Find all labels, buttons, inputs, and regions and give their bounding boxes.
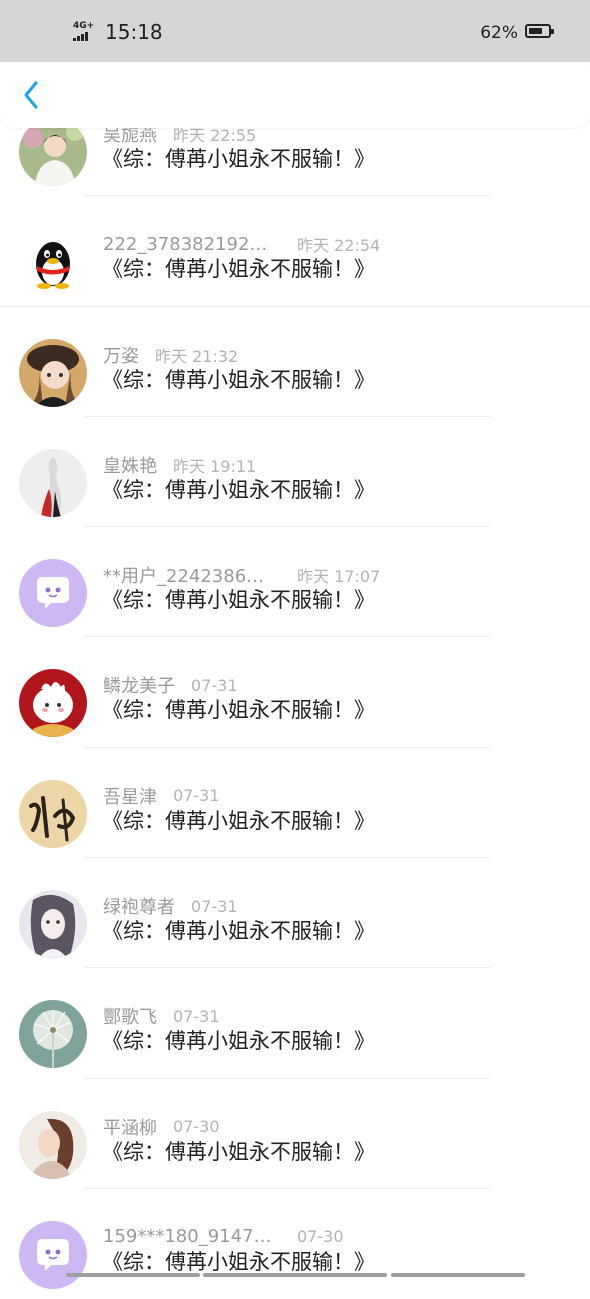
status-time: 15:18 <box>105 20 163 44</box>
back-button[interactable] <box>14 74 54 114</box>
username[interactable]: 吾星津 <box>103 783 157 809</box>
comment-text[interactable]: 《综：傅苒小姐永不服输！》 <box>102 476 375 504</box>
comment-row[interactable]: **用户_2242386… 昨天 17:07 《综：傅苒小姐永不服输！》 <box>0 527 590 638</box>
comment-meta: 万姿 昨天 21:32 <box>103 342 239 368</box>
comment-time: 昨天 17:07 <box>297 567 381 587</box>
comment-time: 07-31 <box>191 896 238 916</box>
comment-text[interactable]: 《综：傅苒小姐永不服输！》 <box>102 1248 375 1276</box>
comment-time: 昨天 21:32 <box>155 346 239 366</box>
comment-row[interactable]: 酆歌飞 07-31 《综：傅苒小姐永不服输！》 <box>0 968 590 1079</box>
comment-meta: **用户_2242386… 昨天 17:07 <box>103 562 381 588</box>
comment-text[interactable]: 《综：傅苒小姐永不服输！》 <box>102 366 375 394</box>
user-avatar[interactable] <box>19 779 87 848</box>
username[interactable]: 222_378382192… <box>103 234 279 255</box>
comment-text[interactable]: 《综：傅苒小姐永不服输！》 <box>102 586 375 614</box>
user-avatar[interactable] <box>19 669 87 738</box>
comment-meta: 酆歌飞 07-31 <box>103 1003 220 1029</box>
comment-text[interactable]: 《综：傅苒小姐永不服输！》 <box>102 145 375 173</box>
comment-row[interactable]: 皇姝艳 昨天 19:11 《综：傅苒小姐永不服输！》 <box>0 417 590 528</box>
user-avatar[interactable] <box>19 559 87 628</box>
username[interactable]: 平涵柳 <box>103 1114 157 1140</box>
comment-row[interactable]: 159***180_9147… 07-30 《综：傅苒小姐永不服输！》 <box>0 1189 590 1299</box>
comment-text[interactable]: 《综：傅苒小姐永不服输！》 <box>102 1138 375 1166</box>
comment-row[interactable]: 鳞龙美子 07-31 《综：傅苒小姐永不服输！》 <box>0 637 590 748</box>
comment-text[interactable]: 《综：傅苒小姐永不服输！》 <box>102 807 375 835</box>
user-avatar[interactable] <box>19 1110 87 1179</box>
comment-time: 07-31 <box>191 675 238 695</box>
default-chat-bubble-icon <box>19 1220 87 1289</box>
default-chat-bubble-icon <box>19 559 87 628</box>
comment-row[interactable]: 222_378382192… 昨天 22:54 《综：傅苒小姐永不服输！》 <box>0 196 590 307</box>
comment-row[interactable]: 吾星津 07-31 《综：傅苒小姐永不服输！》 <box>0 748 590 859</box>
comment-row[interactable]: 绿袍尊者 07-31 《综：傅苒小姐永不服输！》 <box>0 858 590 969</box>
username[interactable]: 鳞龙美子 <box>103 672 175 698</box>
comment-text[interactable]: 《综：傅苒小姐永不服输！》 <box>102 917 375 945</box>
comment-text[interactable]: 《综：傅苒小姐永不服输！》 <box>102 1027 375 1055</box>
signal-icon: 4G+ <box>73 22 101 42</box>
qq-penguin-icon <box>19 228 87 297</box>
top-nav-bar <box>0 54 590 128</box>
user-avatar[interactable] <box>19 1220 87 1289</box>
comment-row[interactable]: 万姿 昨天 21:32 《综：傅苒小姐永不服输！》 <box>0 307 590 417</box>
username[interactable]: 绿袍尊者 <box>103 893 175 919</box>
comment-time: 昨天 19:11 <box>173 456 257 476</box>
username[interactable]: 159***180_9147… <box>103 1226 279 1247</box>
battery-percent: 62% <box>480 23 518 43</box>
user-avatar[interactable] <box>19 448 87 517</box>
home-indicator <box>66 1273 200 1277</box>
comment-meta: 绿袍尊者 07-31 <box>103 893 238 919</box>
chevron-left-icon <box>24 81 38 109</box>
user-avatar[interactable] <box>19 118 87 186</box>
username[interactable]: **用户_2242386… <box>103 562 279 588</box>
comment-text[interactable]: 《综：傅苒小姐永不服输！》 <box>102 696 375 724</box>
username[interactable]: 皇姝艳 <box>103 452 157 478</box>
comment-time: 07-31 <box>173 1006 220 1026</box>
comment-time: 07-31 <box>173 786 220 806</box>
comment-meta: 222_378382192… 昨天 22:54 <box>103 233 381 256</box>
comment-time: 07-30 <box>297 1227 344 1247</box>
comment-meta: 吾星津 07-31 <box>103 783 220 809</box>
network-type: 4G+ <box>73 21 95 31</box>
comment-time: 07-30 <box>173 1117 220 1137</box>
home-indicator <box>203 1273 387 1277</box>
comment-row[interactable]: 平涵柳 07-30 《综：傅苒小姐永不服输！》 <box>0 1079 590 1189</box>
comment-meta: 平涵柳 07-30 <box>103 1114 220 1140</box>
user-avatar[interactable] <box>19 890 87 959</box>
comment-text[interactable]: 《综：傅苒小姐永不服输！》 <box>102 255 375 283</box>
user-avatar[interactable] <box>19 228 87 297</box>
status-bar: 4G+ 15:18 62% <box>0 0 590 62</box>
username[interactable]: 万姿 <box>103 342 139 368</box>
user-avatar[interactable] <box>19 1000 87 1069</box>
comment-time: 昨天 22:54 <box>297 236 381 256</box>
username[interactable]: 酆歌飞 <box>103 1003 157 1029</box>
comment-meta: 皇姝艳 昨天 19:11 <box>103 452 257 478</box>
comment-list: 吴旎燕 昨天 22:55 《综：傅苒小姐永不服输！》 222_378382192… <box>0 86 590 1299</box>
comment-meta: 159***180_9147… 07-30 <box>103 1226 344 1248</box>
battery-icon <box>525 24 554 38</box>
comment-meta: 鳞龙美子 07-31 <box>103 672 238 698</box>
user-avatar[interactable] <box>19 338 87 407</box>
home-indicator <box>391 1273 525 1277</box>
